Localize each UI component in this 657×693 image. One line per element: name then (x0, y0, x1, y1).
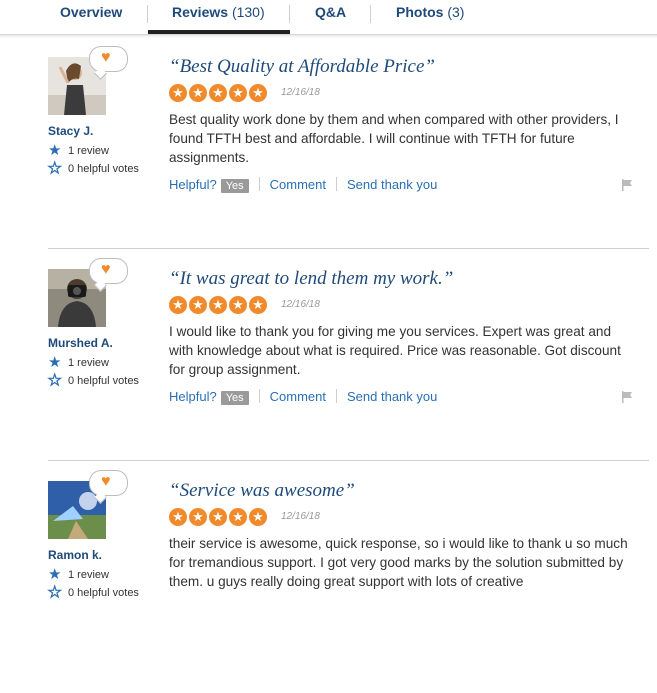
star-icon: ★ (169, 508, 187, 526)
review-count: ★ 1 review (48, 353, 109, 371)
comment-link[interactable]: Comment (270, 177, 326, 192)
flag-icon[interactable] (621, 179, 633, 191)
star-outline-icon: ★ (47, 583, 62, 601)
review-actions: Helpful? Yes Comment Send thank you (169, 177, 437, 193)
helpful-link[interactable]: Helpful? (169, 389, 217, 404)
tab-bar-shadow (0, 35, 657, 38)
star-rating: ★ ★ ★ ★ ★ (169, 296, 269, 314)
helpful-votes-text: 0 helpful votes (68, 375, 139, 387)
helpful-votes-text: 0 helpful votes (68, 587, 139, 599)
tab-photos[interactable]: Photos (3) (396, 4, 464, 20)
helpful-votes: ★ 0 helpful votes (47, 583, 139, 601)
review-title[interactable]: “Service was awesome” (169, 480, 355, 502)
review-card: ♥ Ramon k. ★ 1 review ★ 0 helpful votes “S… (0, 470, 657, 693)
action-divider (258, 389, 260, 403)
review-count-text: 1 review (68, 569, 109, 581)
star-icon: ★ (229, 84, 247, 102)
star-outline-icon: ★ (47, 159, 62, 177)
tab-divider (289, 5, 290, 23)
flag-icon[interactable] (621, 391, 633, 403)
helpful-heart-button[interactable]: ♥ (89, 258, 128, 284)
review-count: ★ 1 review (48, 141, 109, 159)
star-outline-icon: ★ (47, 371, 62, 389)
review-body: their service is awesome, quick response… (169, 536, 628, 589)
helpful-votes: ★ 0 helpful votes (47, 371, 139, 389)
star-icon: ★ (229, 508, 247, 526)
review-count: ★ 1 review (48, 565, 109, 583)
action-divider (336, 389, 338, 403)
star-icon: ★ (169, 296, 187, 314)
heart-icon: ♥ (101, 261, 111, 278)
heart-icon: ♥ (101, 473, 111, 490)
star-badge-icon: ★ (48, 142, 62, 159)
review-card: ♥ Stacy J. ★ 1 review ★ 0 helpful votes “B… (0, 46, 657, 269)
star-icon: ★ (249, 508, 267, 526)
helpful-heart-button[interactable]: ♥ (89, 46, 128, 72)
star-icon: ★ (189, 296, 207, 314)
tab-count: (3) (447, 4, 465, 20)
star-icon: ★ (189, 84, 207, 102)
tab-qa[interactable]: Q&A (315, 4, 346, 20)
review-count-text: 1 review (68, 145, 109, 157)
reviewer-name[interactable]: Murshed A. (48, 336, 113, 350)
action-divider (258, 177, 260, 191)
tab-count: (130) (231, 4, 265, 20)
helpful-heart-button[interactable]: ♥ (89, 470, 128, 496)
comment-link[interactable]: Comment (270, 389, 326, 404)
star-icon: ★ (209, 84, 227, 102)
tab-reviews[interactable]: Reviews (130) (172, 4, 265, 20)
tab-bar: Overview Reviews (130) Q&A Photos (3) (0, 0, 657, 35)
star-rating: ★ ★ ★ ★ ★ (169, 84, 269, 102)
review-divider (48, 460, 649, 461)
review-date: 12/16/18 (281, 299, 320, 310)
helpful-yes-button[interactable]: Yes (220, 391, 249, 405)
reviewer-name[interactable]: Stacy J. (48, 124, 93, 138)
helpful-link[interactable]: Helpful? (169, 177, 217, 192)
send-thank-you-link[interactable]: Send thank you (347, 389, 437, 404)
star-icon: ★ (249, 84, 267, 102)
review-actions: Helpful? Yes Comment Send thank you (169, 389, 437, 405)
tab-divider (147, 5, 148, 23)
helpful-votes: ★ 0 helpful votes (47, 159, 139, 177)
reviewer-name[interactable]: Ramon k. (48, 548, 102, 562)
star-icon: ★ (249, 296, 267, 314)
tab-overview[interactable]: Overview (60, 4, 122, 20)
review-body: Best quality work done by them and when … (169, 112, 619, 165)
active-tab-indicator (148, 30, 290, 34)
review-card: ♥ Murshed A. ★ 1 review ★ 0 helpful votes … (0, 258, 657, 481)
action-divider (336, 177, 338, 191)
tab-label: Q&A (315, 4, 347, 20)
heart-icon: ♥ (101, 49, 111, 66)
send-thank-you-link[interactable]: Send thank you (347, 177, 437, 192)
tab-label: Photos (396, 4, 444, 20)
star-badge-icon: ★ (48, 354, 62, 371)
tab-label: Reviews (172, 4, 229, 20)
review-divider (48, 248, 649, 249)
tab-divider (370, 5, 371, 23)
star-badge-icon: ★ (48, 566, 62, 583)
helpful-yes-button[interactable]: Yes (220, 179, 249, 193)
review-date: 12/16/18 (281, 87, 320, 98)
review-title[interactable]: “It was great to lend them my work.” (169, 268, 453, 290)
star-icon: ★ (229, 296, 247, 314)
review-date: 12/16/18 (281, 511, 320, 522)
tab-label: Overview (60, 4, 123, 20)
star-icon: ★ (209, 296, 227, 314)
star-icon: ★ (189, 508, 207, 526)
star-rating: ★ ★ ★ ★ ★ (169, 508, 269, 526)
star-icon: ★ (169, 84, 187, 102)
helpful-votes-text: 0 helpful votes (68, 163, 139, 175)
review-title[interactable]: “Best Quality at Affordable Price” (169, 56, 435, 78)
review-body: I would like to thank you for giving me … (169, 324, 621, 377)
star-icon: ★ (209, 508, 227, 526)
review-count-text: 1 review (68, 357, 109, 369)
